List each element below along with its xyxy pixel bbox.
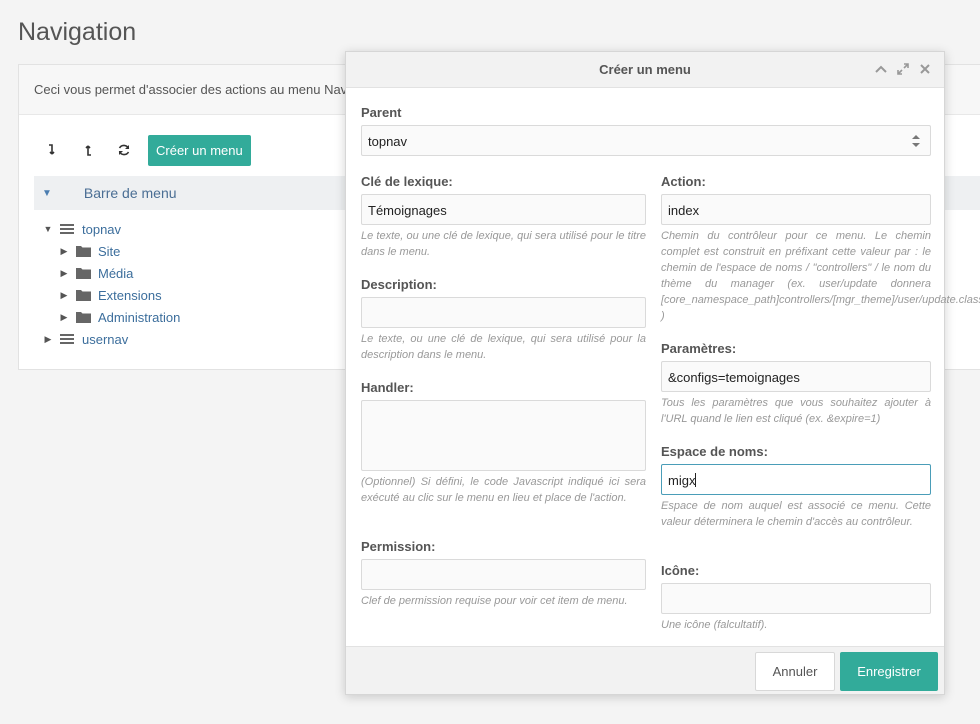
lexicon-input[interactable]: Témoignages <box>361 194 646 225</box>
caret-right-icon[interactable]: ▶ <box>41 334 55 345</box>
namespace-hint: Espace de nom auquel est associé ce menu… <box>661 500 931 528</box>
refresh-button[interactable] <box>106 135 142 165</box>
description-label: Description: <box>361 277 437 292</box>
action-hint: Chemin du contrôleur pour ce menu. Le ch… <box>661 230 980 322</box>
description-hint: Le texte, ou une clé de lexique, qui ser… <box>361 333 646 361</box>
lexicon-label: Clé de lexique: <box>361 174 453 189</box>
parent-select-value: topnav <box>368 134 408 149</box>
params-hint: Tous les paramètres que vous souhaitez a… <box>661 397 931 425</box>
folder-icon <box>75 244 91 258</box>
save-button[interactable]: Enregistrer <box>840 652 938 691</box>
list-icon <box>59 222 75 236</box>
dialog-header[interactable]: Créer un menu <box>346 52 944 88</box>
handler-label: Handler: <box>361 380 414 395</box>
tree-node-administration[interactable]: ▶ Administration <box>41 306 181 328</box>
params-label: Paramètres: <box>661 341 737 356</box>
select-arrows-icon <box>912 135 920 147</box>
action-label: Action: <box>661 174 706 189</box>
folder-icon <box>75 310 91 324</box>
menu-tree: ▼ topnav ▶ Site ▶ Média ▶ Extensions ▶ A… <box>41 218 181 350</box>
params-input[interactable]: &configs=temoignages <box>661 361 931 392</box>
text-cursor <box>695 473 697 487</box>
tree-node-extensions[interactable]: ▶ Extensions <box>41 284 180 306</box>
expand-all-button[interactable] <box>34 135 70 165</box>
dialog-footer: Annuler Enregistrer <box>346 646 944 694</box>
folder-icon <box>75 266 91 280</box>
icon-input[interactable] <box>661 583 931 614</box>
tree-node-label: Site <box>98 243 121 259</box>
namespace-label: Espace de noms: <box>661 444 768 459</box>
namespace-input[interactable]: migx <box>661 464 931 495</box>
permission-input[interactable] <box>361 559 646 590</box>
tree-header-label: Barre de menu <box>83 185 177 201</box>
page-title: Navigation <box>18 18 137 46</box>
dialog-tools <box>874 62 932 76</box>
dialog-title: Créer un menu <box>599 62 691 77</box>
tree-node-media[interactable]: ▶ Média <box>41 262 180 284</box>
collapse-icon[interactable] <box>874 62 888 76</box>
permission-label: Permission: <box>361 539 436 554</box>
tree-node-site[interactable]: ▶ Site <box>41 240 180 262</box>
create-menu-button[interactable]: Créer un menu <box>148 134 251 166</box>
icon-hint: Une icône (falcultatif). <box>661 619 768 631</box>
tree-node-label: topnav <box>82 221 122 237</box>
create-menu-dialog: Créer un menu Parent topnav Clé de lexiq… <box>345 51 980 695</box>
tree-node-label: usernav <box>82 331 129 347</box>
maximize-icon[interactable] <box>896 62 910 76</box>
cancel-button[interactable]: Annuler <box>755 652 835 691</box>
tree-node-label: Extensions <box>98 287 162 303</box>
icon-label: Icône: <box>661 563 700 578</box>
lexicon-hint: Le texte, ou une clé de lexique, qui ser… <box>361 230 646 258</box>
tree-node-topnav[interactable]: ▼ topnav <box>41 218 180 240</box>
list-icon <box>59 332 75 346</box>
caret-right-icon[interactable]: ▶ <box>57 312 71 323</box>
parent-label: Parent <box>361 105 402 120</box>
caret-down-icon[interactable]: ▼ <box>41 224 55 234</box>
tree-toolbar: Créer un menu <box>34 134 251 166</box>
namespace-input-value: migx <box>668 473 696 488</box>
description-input[interactable] <box>361 297 646 328</box>
caret-right-icon[interactable]: ▶ <box>57 268 71 279</box>
action-input[interactable]: index <box>661 194 931 225</box>
handler-hint: (Optionnel) Si défini, le code Javascrip… <box>361 476 646 504</box>
parent-select[interactable]: topnav <box>361 125 931 156</box>
folder-icon <box>75 288 91 302</box>
handler-textarea[interactable] <box>361 400 646 471</box>
refresh-icon <box>118 144 130 156</box>
collapse-all-button[interactable] <box>70 135 106 165</box>
tree-node-label: Média <box>98 265 134 281</box>
expand-icon <box>49 144 55 155</box>
collapse-icon <box>85 145 91 156</box>
caret-right-icon[interactable]: ▶ <box>57 290 71 301</box>
permission-hint: Clef de permission requise pour voir cet… <box>361 595 628 607</box>
tree-node-usernav[interactable]: ▶ usernav <box>41 328 180 350</box>
caret-down-icon: ▼ <box>42 187 52 199</box>
close-icon[interactable] <box>918 62 932 76</box>
tree-node-label: Administration <box>98 309 181 325</box>
caret-right-icon[interactable]: ▶ <box>57 246 71 257</box>
